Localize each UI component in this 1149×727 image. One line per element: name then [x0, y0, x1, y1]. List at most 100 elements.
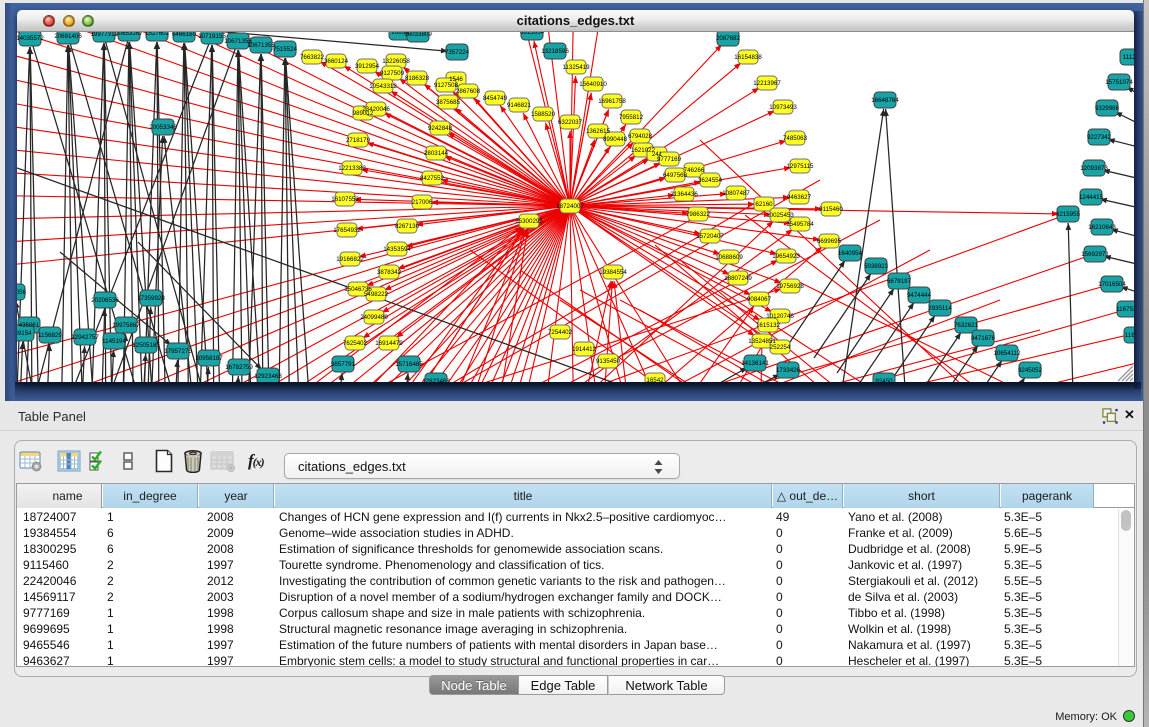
svg-text:8813054: 8813054: [520, 32, 545, 36]
svg-text:10671355: 10671355: [247, 42, 275, 49]
svg-text:2867608: 2867608: [456, 88, 481, 95]
svg-text:17016504: 17016504: [1098, 281, 1126, 288]
svg-text:16107553: 16107553: [331, 196, 359, 203]
svg-text:6699695: 6699695: [817, 238, 842, 245]
svg-text:10120746: 10120746: [766, 313, 794, 320]
svg-text:92450: 92450: [875, 378, 893, 382]
svg-text:10543312: 10543312: [369, 83, 397, 90]
svg-text:2087682: 2087682: [716, 35, 741, 42]
svg-text:10653267: 10653267: [115, 32, 143, 37]
svg-text:7485063: 7485063: [783, 135, 808, 142]
svg-text:39154: 39154: [17, 330, 32, 337]
svg-text:6794028: 6794028: [628, 133, 653, 140]
svg-text:12823468: 12823468: [422, 378, 450, 382]
svg-text:10973493: 10973493: [769, 104, 797, 111]
svg-text:12942757: 12942757: [71, 334, 99, 341]
svg-text:16961758: 16961758: [598, 98, 626, 105]
svg-text:19975867: 19975867: [112, 322, 140, 329]
svg-text:10958187: 10958187: [195, 355, 223, 362]
svg-text:8990448: 8990448: [603, 136, 628, 143]
svg-text:8454749: 8454749: [483, 95, 508, 102]
svg-text:6322037: 6322037: [558, 119, 583, 126]
svg-text:16648784: 16648784: [871, 97, 899, 104]
svg-text:16542: 16542: [646, 377, 664, 382]
svg-text:14353594: 14353594: [383, 246, 411, 253]
svg-text:7515524: 7515524: [273, 46, 298, 53]
svg-text:8267130: 8267130: [395, 223, 420, 230]
svg-text:1145194: 1145194: [102, 338, 126, 345]
svg-text:9227342: 9227342: [1087, 134, 1112, 141]
svg-text:13226058: 13226058: [382, 58, 410, 65]
svg-text:8471676: 8471676: [971, 335, 996, 342]
svg-text:20053346: 20053346: [149, 124, 177, 131]
svg-text:11122: 11122: [1123, 54, 1134, 61]
svg-text:12923468: 12923468: [254, 373, 282, 380]
svg-text:9115460: 9115460: [819, 206, 843, 213]
svg-text:17957275: 17957275: [164, 348, 192, 355]
svg-text:7357224: 7357224: [445, 49, 470, 56]
svg-text:7632621: 7632621: [954, 322, 979, 329]
svg-text:3660124: 3660124: [324, 58, 349, 65]
svg-text:1527602: 1527602: [145, 32, 170, 37]
svg-text:435061: 435061: [19, 322, 40, 329]
svg-text:23420046: 23420046: [362, 106, 390, 113]
svg-text:1167533: 1167533: [1116, 306, 1134, 313]
svg-text:16154838: 16154838: [734, 54, 762, 61]
svg-text:3875685: 3875685: [436, 99, 461, 106]
svg-text:9329966: 9329966: [1095, 105, 1120, 112]
svg-text:9084067: 9084067: [747, 296, 772, 303]
svg-text:24099489: 24099489: [360, 314, 388, 321]
svg-text:21364436: 21364436: [670, 191, 698, 198]
svg-text:20691406: 20691406: [54, 33, 82, 40]
svg-text:19756928: 19756928: [776, 283, 804, 290]
svg-text:7625402: 7625402: [343, 340, 368, 347]
svg-text:12213967: 12213967: [753, 80, 781, 87]
svg-text:12975115: 12975115: [786, 163, 814, 170]
svg-text:746266: 746266: [684, 167, 705, 174]
svg-text:1640954: 1640954: [838, 250, 863, 257]
svg-text:19654923: 19654923: [772, 253, 800, 260]
svg-text:10025453: 10025453: [766, 212, 794, 219]
svg-text:8186328: 8186328: [405, 75, 430, 82]
svg-text:19166822: 19166822: [336, 256, 364, 263]
svg-text:6679197: 6679197: [887, 278, 912, 285]
svg-text:18724007: 18724007: [556, 203, 584, 210]
svg-text:15046736: 15046736: [344, 286, 372, 293]
svg-text:1615132: 1615132: [756, 322, 781, 329]
svg-text:10688609: 10688609: [715, 254, 743, 261]
svg-text:16033809: 16033809: [404, 32, 432, 38]
svg-text:18807249: 18807249: [724, 275, 752, 282]
svg-text:1362615: 1362615: [586, 128, 611, 135]
svg-text:5938923: 5938923: [864, 263, 889, 270]
svg-text:15751074: 15751074: [1105, 79, 1133, 86]
svg-text:8215955: 8215955: [1056, 211, 1081, 218]
svg-text:3624554: 3624554: [698, 177, 723, 184]
svg-text:12093873: 12093873: [1080, 165, 1108, 172]
svg-text:15692971: 15692971: [1081, 251, 1109, 258]
svg-text:11325419: 11325419: [562, 64, 590, 71]
svg-text:1822056: 1822056: [17, 289, 27, 296]
svg-text:10719155: 10719155: [198, 33, 226, 40]
svg-text:1156829: 1156829: [38, 332, 62, 339]
svg-text:15495784: 15495784: [786, 221, 814, 228]
svg-text:16782759: 16782759: [225, 364, 253, 371]
svg-text:14035572: 14035572: [17, 35, 44, 42]
svg-text:1588520: 1588520: [531, 111, 556, 118]
svg-text:19977311: 19977311: [90, 32, 118, 38]
svg-text:17359928: 17359928: [137, 295, 165, 302]
svg-text:62160: 62160: [755, 201, 773, 208]
svg-text:10807487: 10807487: [722, 190, 750, 197]
svg-text:16914479: 16914479: [375, 340, 403, 347]
svg-text:3878342: 3878342: [377, 269, 402, 276]
svg-text:19384554: 19384554: [599, 269, 627, 276]
svg-text:13218596: 13218596: [541, 48, 569, 55]
svg-text:20206536: 20206536: [91, 297, 119, 304]
svg-text:12213382: 12213382: [338, 165, 366, 172]
svg-text:17654932: 17654932: [333, 227, 361, 234]
svg-text:9474444: 9474444: [907, 292, 932, 299]
svg-text:9146821: 9146821: [507, 102, 532, 109]
svg-text:9135450: 9135450: [596, 358, 621, 365]
svg-text:15640910: 15640910: [579, 81, 607, 88]
svg-text:9127509: 9127509: [380, 70, 405, 77]
svg-text:10654112: 10654112: [993, 350, 1021, 357]
